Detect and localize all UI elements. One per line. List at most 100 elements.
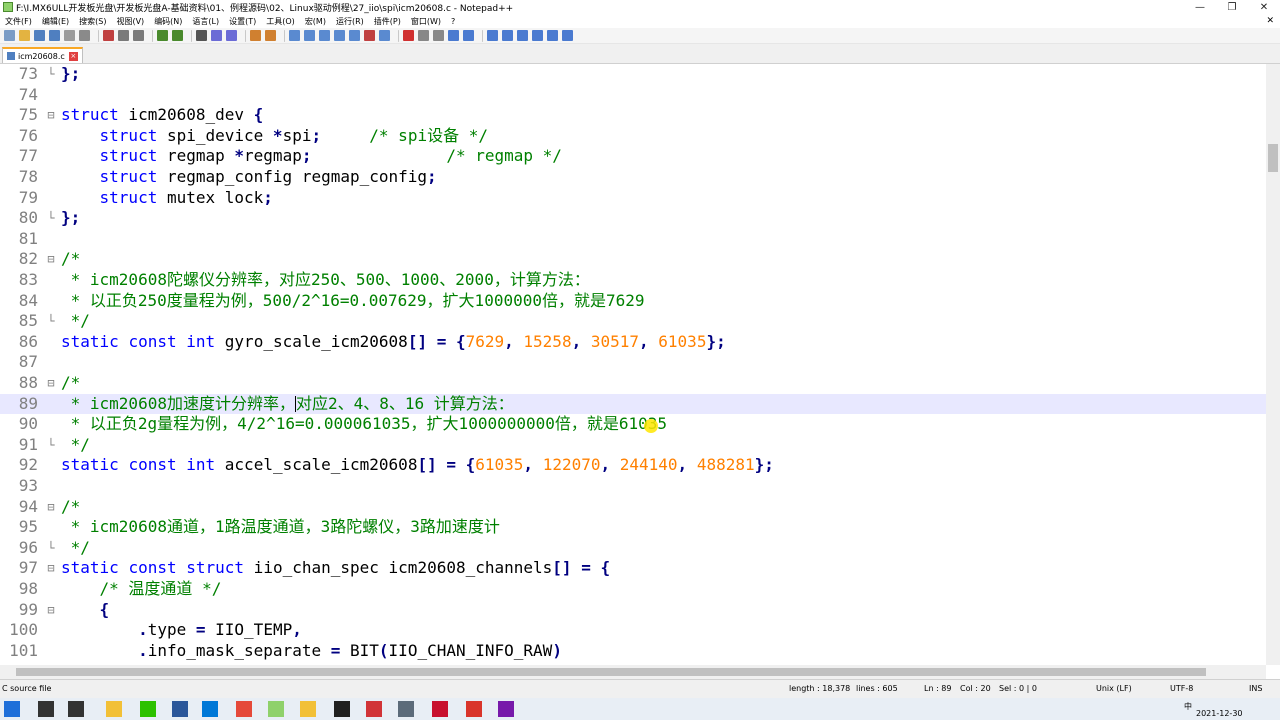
vscode-icon[interactable] bbox=[202, 701, 218, 717]
code-line[interactable]: 100 .type = IIO_TEMP, bbox=[0, 620, 1266, 640]
wechat-icon[interactable] bbox=[140, 701, 156, 717]
code-line[interactable]: 76 struct spi_device *spi; /* spi设备 */ bbox=[0, 126, 1266, 146]
file-tab[interactable]: icm20608.c × bbox=[2, 47, 83, 63]
code-line[interactable]: 73 └}; bbox=[0, 64, 1266, 84]
fold-marker-icon[interactable]: ⊟ bbox=[44, 249, 58, 269]
recorder-icon[interactable] bbox=[466, 701, 482, 717]
code-line[interactable]: 79 struct mutex lock; bbox=[0, 188, 1266, 208]
notepadpp-icon[interactable] bbox=[268, 701, 284, 717]
toolbar-button-icon-26[interactable] bbox=[364, 30, 375, 41]
fold-marker-icon[interactable]: ⊟ bbox=[44, 497, 58, 517]
file-explorer-icon[interactable] bbox=[106, 701, 122, 717]
close-window-button[interactable]: ✕ bbox=[1248, 2, 1280, 13]
toolbar-button-icon-12[interactable] bbox=[172, 30, 183, 41]
horizontal-scrollbar[interactable] bbox=[0, 665, 1266, 679]
toolbar-button-icon-7[interactable] bbox=[103, 30, 114, 41]
toolbar-button-icon-22[interactable] bbox=[304, 30, 315, 41]
search-icon[interactable] bbox=[38, 701, 54, 717]
toolbar-button-icon-0[interactable] bbox=[4, 30, 15, 41]
toolbar-button-icon-23[interactable] bbox=[319, 30, 330, 41]
vertical-scroll-thumb[interactable] bbox=[1268, 144, 1278, 172]
toolbar-button-icon-3[interactable] bbox=[49, 30, 60, 41]
menu-item-1[interactable]: 编辑(E) bbox=[37, 16, 74, 27]
menu-item-8[interactable]: 宏(M) bbox=[300, 16, 331, 27]
code-line[interactable]: 80 └}; bbox=[0, 208, 1266, 228]
chrome-icon[interactable] bbox=[236, 701, 252, 717]
toolbar-button-icon-4[interactable] bbox=[64, 30, 75, 41]
toolbar-button-icon-15[interactable] bbox=[211, 30, 222, 41]
code-line[interactable]: 78 struct regmap_config regmap_config; bbox=[0, 167, 1266, 187]
menu-item-5[interactable]: 语言(L) bbox=[187, 16, 224, 27]
onenote-icon[interactable] bbox=[498, 701, 514, 717]
code-line[interactable]: 99 ⊟ { bbox=[0, 600, 1266, 620]
app-red-icon[interactable] bbox=[432, 701, 448, 717]
code-line[interactable]: 83 * icm20608陀螺仪分辨率，对应250、500、1000、2000，… bbox=[0, 270, 1266, 290]
menu-item-4[interactable]: 编码(N) bbox=[149, 16, 187, 27]
menu-item-11[interactable]: 窗口(W) bbox=[406, 16, 446, 27]
toolbar-button-icon-36[interactable] bbox=[502, 30, 513, 41]
menu-item-6[interactable]: 设置(T) bbox=[224, 16, 261, 27]
code-line[interactable]: 84 * 以正负250度量程为例，500/2^16=0.007629，扩大100… bbox=[0, 291, 1266, 311]
menu-item-10[interactable]: 插件(P) bbox=[369, 16, 406, 27]
code-line[interactable]: 101 .info_mask_separate = BIT(IIO_CHAN_I… bbox=[0, 641, 1266, 661]
toolbar-button-icon-25[interactable] bbox=[349, 30, 360, 41]
toolbar-button-icon-30[interactable] bbox=[418, 30, 429, 41]
code-line[interactable]: 91 └ */ bbox=[0, 435, 1266, 455]
toolbar-button-icon-14[interactable] bbox=[196, 30, 207, 41]
code-line[interactable]: 75 ⊟ struct icm20608_dev { bbox=[0, 105, 1266, 125]
toolbar-button-icon-2[interactable] bbox=[34, 30, 45, 41]
toolbar-button-icon-24[interactable] bbox=[334, 30, 345, 41]
code-line[interactable]: 86 static const int gyro_scale_icm20608[]… bbox=[0, 332, 1266, 352]
code-line[interactable]: 77 struct regmap *regmap; /* regmap */ bbox=[0, 146, 1266, 166]
menu-item-3[interactable]: 视图(V) bbox=[111, 16, 149, 27]
toolbar-button-icon-37[interactable] bbox=[517, 30, 528, 41]
terminal-icon[interactable] bbox=[334, 701, 350, 717]
toolbar-button-icon-5[interactable] bbox=[79, 30, 90, 41]
toolbar-button-icon-16[interactable] bbox=[226, 30, 237, 41]
vertical-scrollbar[interactable] bbox=[1266, 64, 1280, 665]
fold-marker-icon[interactable]: ⊟ bbox=[44, 373, 58, 393]
task-view-icon[interactable] bbox=[68, 701, 84, 717]
ime-indicator[interactable]: 中 bbox=[1184, 701, 1192, 712]
code-line[interactable]: 89 * icm20608加速度计分辨率，对应2、4、8、16 计算方法： bbox=[0, 393, 1266, 414]
menu-item-0[interactable]: 文件(F) bbox=[0, 16, 37, 27]
close-tab-icon[interactable]: × bbox=[68, 51, 78, 61]
calculator-icon[interactable] bbox=[398, 701, 414, 717]
menu-item-2[interactable]: 搜索(S) bbox=[74, 16, 111, 27]
toolbar-button-icon-29[interactable] bbox=[403, 30, 414, 41]
code-line[interactable]: 97 ⊟ static const struct iio_chan_spec icm… bbox=[0, 558, 1266, 578]
foxit-icon[interactable] bbox=[366, 701, 382, 717]
toolbar-button-icon-27[interactable] bbox=[379, 30, 390, 41]
menu-item-7[interactable]: 工具(O) bbox=[261, 16, 300, 27]
fold-marker-icon[interactable]: ⊟ bbox=[44, 105, 58, 125]
close-document-icon[interactable]: ✕ bbox=[1266, 16, 1280, 26]
fold-marker-icon[interactable]: ⊟ bbox=[44, 558, 58, 578]
maximize-button[interactable]: ❐ bbox=[1216, 2, 1248, 13]
code-line[interactable]: 90 * 以正负2g量程为例，4/2^16=0.000061035，扩大1000… bbox=[0, 414, 1266, 434]
start-icon[interactable] bbox=[4, 701, 20, 717]
code-line[interactable]: 94 ⊟/* bbox=[0, 497, 1266, 517]
toolbar-button-icon-11[interactable] bbox=[157, 30, 168, 41]
code-line[interactable]: 74 bbox=[0, 85, 1266, 105]
toolbar-button-icon-38[interactable] bbox=[532, 30, 543, 41]
code-line[interactable]: 82 ⊟/* bbox=[0, 249, 1266, 269]
toolbar-button-icon-40[interactable] bbox=[562, 30, 573, 41]
code-line[interactable]: 95 * icm20608通道，1路温度通道，3路陀螺仪，3路加速度计 bbox=[0, 517, 1266, 537]
code-line[interactable]: 85 └ */ bbox=[0, 311, 1266, 331]
fold-marker-icon[interactable]: ⊟ bbox=[44, 600, 58, 620]
toolbar-button-icon-33[interactable] bbox=[463, 30, 474, 41]
toolbar-button-icon-39[interactable] bbox=[547, 30, 558, 41]
menu-item-9[interactable]: 运行(R) bbox=[331, 16, 369, 27]
toolbar-button-icon-21[interactable] bbox=[289, 30, 300, 41]
code-line[interactable]: 87 bbox=[0, 352, 1266, 372]
minimize-button[interactable]: — bbox=[1184, 2, 1216, 13]
toolbar-button-icon-31[interactable] bbox=[433, 30, 444, 41]
toolbar-button-icon-9[interactable] bbox=[133, 30, 144, 41]
code-line[interactable]: 96 └ */ bbox=[0, 538, 1266, 558]
toolbar-button-icon-35[interactable] bbox=[487, 30, 498, 41]
toolbar-button-icon-19[interactable] bbox=[265, 30, 276, 41]
code-line[interactable]: 81 bbox=[0, 229, 1266, 249]
code-line[interactable]: 88 ⊟/* bbox=[0, 373, 1266, 393]
toolbar-button-icon-8[interactable] bbox=[118, 30, 129, 41]
horizontal-scroll-thumb[interactable] bbox=[16, 668, 1206, 676]
